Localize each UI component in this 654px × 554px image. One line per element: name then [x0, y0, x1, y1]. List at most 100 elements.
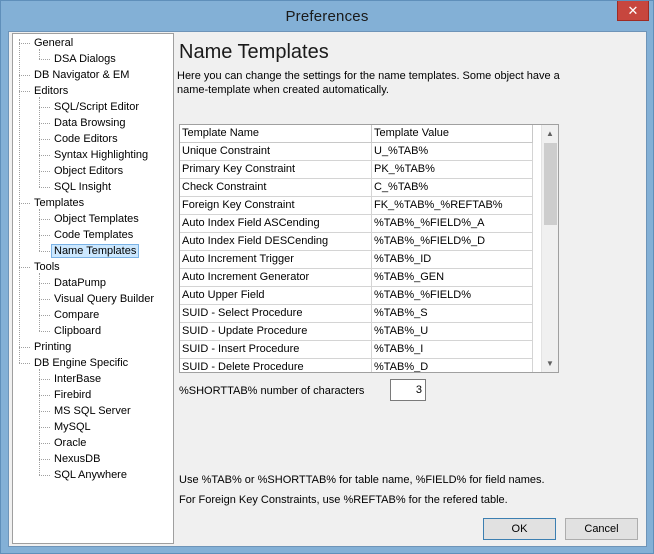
tree-item-name-templates[interactable]: Name Templates — [51, 243, 140, 259]
tree-connector — [39, 123, 50, 124]
template-value-cell[interactable]: PK_%TAB% — [372, 161, 533, 179]
tree-item-label: Tools — [34, 261, 60, 273]
tree-item-object-templates[interactable]: Object Templates — [51, 211, 142, 227]
tree-item-sql-insight[interactable]: SQL Insight — [51, 179, 114, 195]
title-bar[interactable]: Preferences ✕ — [1, 1, 653, 31]
tree-connector — [39, 459, 50, 460]
tree-connector — [39, 171, 50, 172]
template-name-cell[interactable]: Auto Increment Trigger — [180, 251, 372, 269]
tree-item-compare[interactable]: Compare — [51, 307, 102, 323]
column-header-template-value[interactable]: Template Value — [372, 125, 533, 143]
template-name-cell[interactable]: Primary Key Constraint — [180, 161, 372, 179]
template-value-cell[interactable]: %TAB%_I — [372, 341, 533, 359]
tree-item-label: Object Editors — [54, 165, 124, 177]
templates-grid[interactable]: Template Name Template Value Unique Cons… — [179, 124, 559, 373]
table-row[interactable]: Auto Index Field ASCending %TAB%_%FIELD%_… — [180, 215, 542, 233]
hint-table-field: Use %TAB% or %SHORTTAB% for table name, … — [179, 474, 545, 486]
template-name-cell[interactable]: Auto Index Field DESCending — [180, 233, 372, 251]
tree-item-label: Templates — [34, 197, 85, 209]
table-row[interactable]: Primary Key Constraint PK_%TAB% — [180, 161, 542, 179]
tree-item-firebird[interactable]: Firebird — [51, 387, 94, 403]
template-name-cell[interactable]: Check Constraint — [180, 179, 372, 197]
tree-item-editors[interactable]: Editors — [31, 83, 71, 99]
tree-item-label: Code Editors — [54, 133, 118, 145]
template-name-cell[interactable]: SUID - Select Procedure — [180, 305, 372, 323]
table-row[interactable]: Auto Increment Generator %TAB%_GEN — [180, 269, 542, 287]
tree-item-label: MS SQL Server — [54, 405, 131, 417]
template-name-cell[interactable]: Auto Increment Generator — [180, 269, 372, 287]
tree-item-sql-script-editor[interactable]: SQL/Script Editor — [51, 99, 142, 115]
template-name-cell[interactable]: Auto Index Field ASCending — [180, 215, 372, 233]
scroll-up-icon[interactable]: ▲ — [542, 125, 558, 142]
tree-connector — [39, 379, 50, 380]
template-name-cell[interactable]: SUID - Insert Procedure — [180, 341, 372, 359]
close-icon: ✕ — [627, 2, 639, 18]
table-row[interactable]: Auto Upper Field %TAB%_%FIELD% — [180, 287, 542, 305]
table-row[interactable]: SUID - Select Procedure %TAB%_S — [180, 305, 542, 323]
tree-item-db-navigator-em[interactable]: DB Navigator & EM — [31, 67, 132, 83]
scroll-down-icon[interactable]: ▼ — [542, 355, 558, 372]
template-value-cell[interactable]: %TAB%_GEN — [372, 269, 533, 287]
cancel-button[interactable]: Cancel — [565, 518, 638, 540]
template-value-cell[interactable]: %TAB%_S — [372, 305, 533, 323]
ok-button[interactable]: OK — [483, 518, 556, 540]
tree-item-label: Code Templates — [54, 229, 134, 241]
tree-connector — [39, 139, 50, 140]
tree-item-clipboard[interactable]: Clipboard — [51, 323, 104, 339]
tree-item-ms-sql-server[interactable]: MS SQL Server — [51, 403, 134, 419]
template-value-cell[interactable]: FK_%TAB%_%REFTAB% — [372, 197, 533, 215]
tree-item-sql-anywhere[interactable]: SQL Anywhere — [51, 467, 130, 483]
tree-item-data-browsing[interactable]: Data Browsing — [51, 115, 129, 131]
tree-item-interbase[interactable]: InterBase — [51, 371, 104, 387]
tree-item-syntax-highlighting[interactable]: Syntax Highlighting — [51, 147, 151, 163]
tree-connector — [19, 347, 30, 348]
tree-item-nexusdb[interactable]: NexusDB — [51, 451, 103, 467]
close-button[interactable]: ✕ — [617, 1, 649, 21]
shorttab-input[interactable]: 3 — [390, 379, 426, 401]
page-title: Name Templates — [179, 41, 329, 63]
table-row[interactable]: SUID - Delete Procedure %TAB%_D — [180, 359, 542, 372]
template-value-cell[interactable]: C_%TAB% — [372, 179, 533, 197]
tree-item-oracle[interactable]: Oracle — [51, 435, 89, 451]
table-row[interactable]: Check Constraint C_%TAB% — [180, 179, 542, 197]
table-row[interactable]: Auto Increment Trigger %TAB%_ID — [180, 251, 542, 269]
tree-item-printing[interactable]: Printing — [31, 339, 74, 355]
template-name-cell[interactable]: Unique Constraint — [180, 143, 372, 161]
tree-item-label: Data Browsing — [54, 117, 126, 129]
tree-item-dsa-dialogs[interactable]: DSA Dialogs — [51, 51, 119, 67]
template-value-cell[interactable]: %TAB%_D — [372, 359, 533, 372]
template-value-cell[interactable]: %TAB%_%FIELD% — [372, 287, 533, 305]
tree-item-code-editors[interactable]: Code Editors — [51, 131, 121, 147]
tree-item-code-templates[interactable]: Code Templates — [51, 227, 136, 243]
hint-reftab: For Foreign Key Constraints, use %REFTAB… — [179, 494, 508, 506]
template-name-cell[interactable]: SUID - Update Procedure — [180, 323, 372, 341]
tree-connector — [39, 155, 50, 156]
tree-connector — [19, 91, 30, 92]
template-name-cell[interactable]: Foreign Key Constraint — [180, 197, 372, 215]
table-row[interactable]: Auto Index Field DESCending %TAB%_%FIELD%… — [180, 233, 542, 251]
template-name-cell[interactable]: SUID - Delete Procedure — [180, 359, 372, 372]
table-row[interactable]: Unique Constraint U_%TAB% — [180, 143, 542, 161]
table-row[interactable]: Foreign Key Constraint FK_%TAB%_%REFTAB% — [180, 197, 542, 215]
tree-connector — [39, 315, 50, 316]
scroll-thumb[interactable] — [544, 143, 557, 225]
table-row[interactable]: SUID - Update Procedure %TAB%_U — [180, 323, 542, 341]
tree-item-db-engine-specific[interactable]: DB Engine Specific — [31, 355, 131, 371]
settings-tree[interactable]: General DSA Dialogs DB Navigator & EM Edito… — [12, 33, 174, 544]
template-value-cell[interactable]: %TAB%_%FIELD%_D — [372, 233, 533, 251]
template-name-cell[interactable]: Auto Upper Field — [180, 287, 372, 305]
table-row[interactable]: SUID - Insert Procedure %TAB%_I — [180, 341, 542, 359]
template-value-cell[interactable]: %TAB%_%FIELD%_A — [372, 215, 533, 233]
tree-item-general[interactable]: General — [31, 35, 76, 51]
tree-item-datapump[interactable]: DataPump — [51, 275, 109, 291]
tree-item-object-editors[interactable]: Object Editors — [51, 163, 126, 179]
template-value-cell[interactable]: %TAB%_ID — [372, 251, 533, 269]
tree-item-tools[interactable]: Tools — [31, 259, 63, 275]
tree-item-mysql[interactable]: MySQL — [51, 419, 94, 435]
tree-connector — [39, 299, 50, 300]
template-value-cell[interactable]: U_%TAB% — [372, 143, 533, 161]
tree-item-visual-query-builder[interactable]: Visual Query Builder — [51, 291, 157, 307]
grid-vertical-scrollbar[interactable]: ▲ ▼ — [541, 125, 558, 372]
column-header-template-name[interactable]: Template Name — [180, 125, 372, 143]
template-value-cell[interactable]: %TAB%_U — [372, 323, 533, 341]
